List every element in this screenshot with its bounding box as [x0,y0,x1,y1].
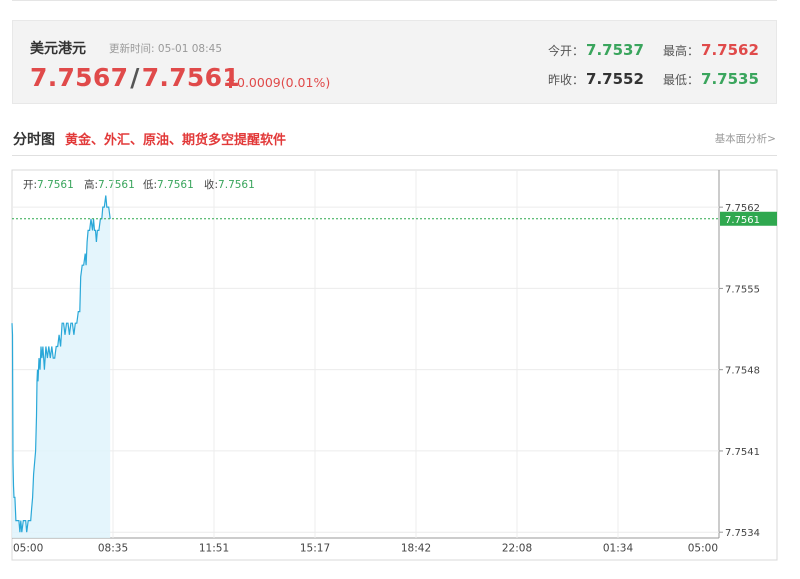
x-tick-label: 05:00 [13,543,43,555]
x-tick-label: 05:00 [688,543,718,555]
chart-frame [11,169,778,561]
price-area [12,195,111,538]
time-tick-labels: 05:00 08:35 11:51 15:17 18:42 22:08 01:34 05:00 [13,543,718,555]
current-price-label: 7.7561 [725,215,760,226]
intraday-chart[interactable]: 7.7561 7.7534 7.7541 7.7548 7.7555 7.7562 05… [0,0,800,579]
y-tick-label: 7.7562 [725,203,760,214]
y-tick-label: 7.7534 [725,528,760,539]
chart-grid [12,170,719,538]
price-tick-labels: 7.7534 7.7541 7.7548 7.7555 7.7562 [719,203,760,539]
y-tick-label: 7.7541 [725,447,760,458]
y-tick-label: 7.7555 [725,284,760,295]
x-tick-label: 11:51 [199,543,229,555]
x-tick-label: 01:34 [603,543,634,555]
y-tick-label: 7.7548 [725,366,760,377]
current-price-marker: 7.7561 [12,211,777,226]
x-tick-label: 22:08 [502,543,532,555]
x-tick-label: 15:17 [300,543,330,555]
x-tick-label: 08:35 [98,543,128,555]
x-tick-label: 18:42 [401,543,431,555]
